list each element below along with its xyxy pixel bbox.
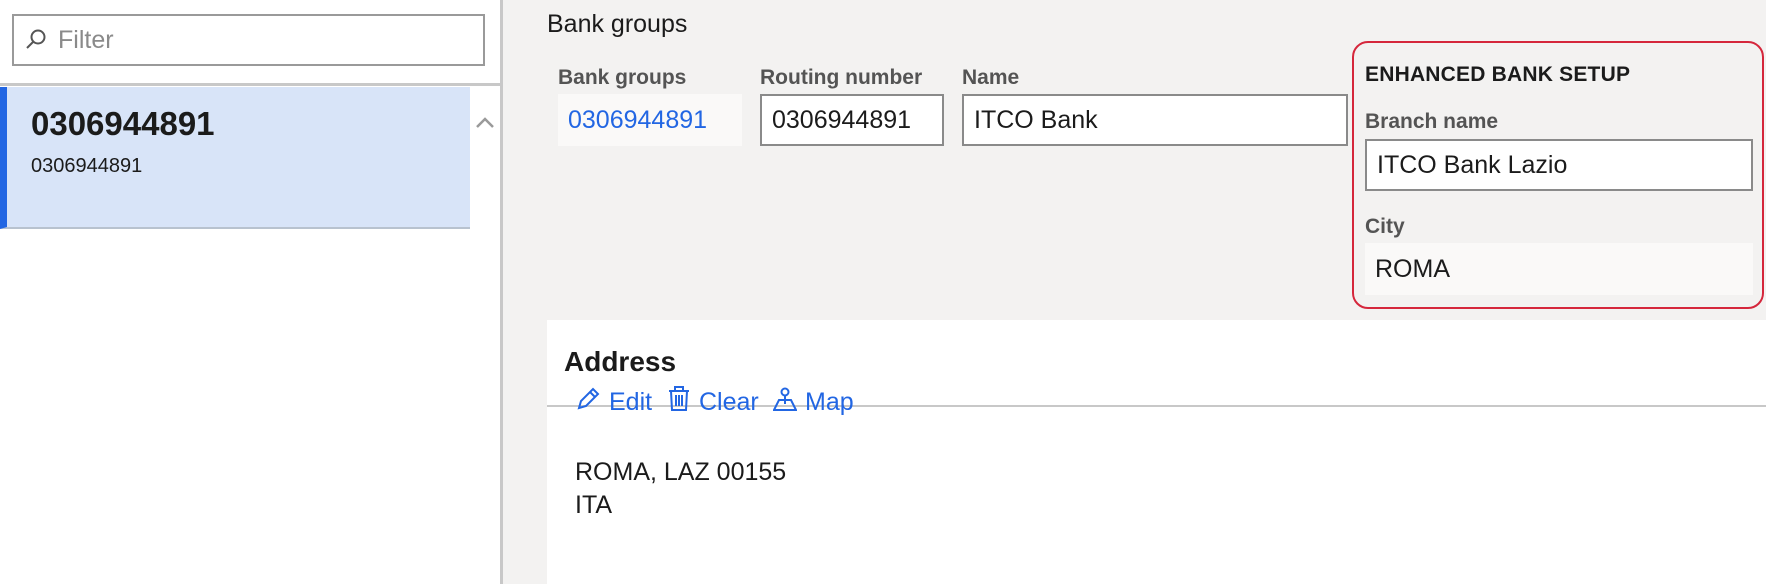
- branch-name-label: Branch name: [1365, 110, 1499, 133]
- detail-pane: Bank groups Bank groups 0306944891 Routi…: [503, 0, 1766, 584]
- branch-name-field[interactable]: ITCO Bank Lazio: [1365, 139, 1753, 191]
- search-icon: [14, 28, 58, 52]
- chevron-up-icon[interactable]: [474, 112, 496, 134]
- edit-button[interactable]: Edit: [575, 386, 652, 419]
- name-field[interactable]: ITCO Bank: [962, 94, 1348, 146]
- bank-groups-link[interactable]: 0306944891: [558, 94, 742, 146]
- routing-number-field[interactable]: 0306944891: [760, 94, 944, 146]
- trash-icon: [667, 386, 691, 419]
- map-icon: [772, 386, 798, 419]
- bank-groups-label: Bank groups: [558, 66, 687, 89]
- address-line-1: ROMA, LAZ 00155: [575, 458, 787, 486]
- enhanced-bank-setup-panel: ENHANCED BANK SETUP Branch name ITCO Ban…: [1352, 41, 1764, 309]
- routing-number-label: Routing number: [760, 66, 923, 89]
- clear-label: Clear: [699, 388, 759, 416]
- list-item[interactable]: 0306944891 0306944891: [0, 87, 470, 229]
- edit-label: Edit: [609, 388, 653, 416]
- list-item-title: 0306944891: [31, 105, 215, 142]
- pencil-icon: [575, 386, 601, 419]
- name-label: Name: [962, 66, 1020, 89]
- clear-button[interactable]: Clear: [667, 386, 759, 419]
- address-title: Address: [564, 346, 677, 377]
- section-title: Bank groups: [547, 10, 688, 38]
- list-item-subtitle: 0306944891: [31, 155, 143, 177]
- city-field: ROMA: [1365, 243, 1753, 295]
- city-label: City: [1365, 215, 1405, 238]
- list-pane: 0306944891 0306944891: [0, 0, 500, 584]
- list-divider: [0, 83, 500, 86]
- filter-box[interactable]: [12, 14, 485, 66]
- map-button[interactable]: Map: [772, 386, 854, 419]
- enhanced-bank-setup-title: ENHANCED BANK SETUP: [1365, 63, 1631, 86]
- address-line-2: ITA: [575, 491, 613, 519]
- filter-input[interactable]: [58, 25, 458, 55]
- map-label: Map: [805, 388, 854, 416]
- address-card: Address Edit Clear Map ROMA, LAZ 00155 I…: [547, 320, 1766, 584]
